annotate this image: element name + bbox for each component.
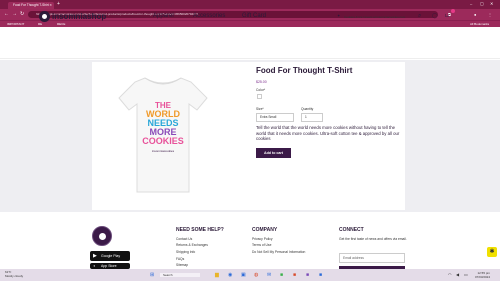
footer-logo[interactable]: [92, 226, 112, 246]
minimize-icon[interactable]: –: [470, 1, 472, 6]
tab-title: Food For Thought T-Shirt: [13, 3, 49, 7]
help-link[interactable]: Sitemap: [176, 263, 188, 267]
company-heading: COMPANY: [252, 227, 278, 233]
google-play-button[interactable]: ▶ Google Play: [90, 251, 130, 261]
search-icon[interactable]: ⌕: [418, 13, 421, 20]
help-link[interactable]: FAQs: [176, 257, 184, 261]
help-link[interactable]: Returns & Exchanges: [176, 243, 208, 247]
chat-widget-icon[interactable]: ✱: [487, 247, 497, 257]
google-play-label: Google Play: [101, 254, 121, 258]
product-price: $25.00: [256, 80, 267, 84]
start-icon[interactable]: ⊞: [150, 272, 154, 278]
browser-tabbar: Food For Thought T-Shirt ✕ + – ▢ ✕: [0, 0, 500, 9]
account-icon[interactable]: ◯: [432, 13, 438, 19]
color-swatch[interactable]: [257, 94, 262, 99]
taskbar-search[interactable]: Search: [160, 273, 200, 277]
product-section-bg: [0, 60, 500, 212]
mail-icon[interactable]: ✉: [267, 272, 271, 278]
volume-icon[interactable]: ◀: [456, 272, 459, 277]
logo-mark: [39, 11, 50, 22]
email-input[interactable]: Email address: [339, 253, 405, 263]
app-store-label: App Store: [101, 264, 117, 268]
bookmark-item[interactable]: RECE: [57, 22, 65, 26]
cookie-icon: ✦: [337, 13, 341, 18]
company-link[interactable]: Terms of Use: [252, 243, 271, 247]
clock-date: 07/03/2024: [475, 275, 491, 279]
color-label: Color*: [256, 88, 266, 92]
close-tab-icon[interactable]: ✕: [49, 2, 52, 9]
size-label: Size*: [256, 107, 264, 111]
os-taskbar: 61°F Mostly cloudy ⊞ Search ▆ ◉ ▣ ◍ ✉ ■ …: [0, 269, 500, 281]
app-icon[interactable]: ■: [293, 272, 296, 278]
taskbar-clock[interactable]: 12:55 pm 07/03/2024: [475, 271, 490, 279]
maximize-icon[interactable]: ▢: [480, 1, 484, 6]
app-icon[interactable]: ■: [306, 272, 309, 278]
browser-tab[interactable]: Food For Thought T-Shirt ✕: [8, 2, 54, 9]
shirt-print-tag: insomniacookies: [152, 149, 175, 153]
logo-text: insomniashop: [52, 12, 107, 21]
size-select[interactable]: Extra Small: [256, 113, 294, 122]
company-link[interactable]: Do Not Sell My Personal Information: [252, 250, 305, 254]
back-icon[interactable]: ←: [4, 11, 9, 17]
close-window-icon[interactable]: ✕: [490, 1, 493, 6]
promo-link[interactable]: Cookies & Ice Cream at insomniacookies.c…: [344, 15, 405, 19]
chrome-icon[interactable]: ◍: [254, 272, 258, 278]
product-description: Tell the world that the world needs more…: [256, 125, 400, 142]
all-bookmarks[interactable]: All Bookmarks: [470, 22, 489, 26]
google-play-icon: ▶: [93, 253, 97, 259]
product-title: Food For Thought T-Shirt: [256, 66, 353, 75]
site-header: [0, 27, 500, 59]
site-logo[interactable]: insomniashop: [39, 11, 106, 22]
company-link[interactable]: Privacy Policy: [252, 237, 273, 241]
reload-icon[interactable]: ↻: [20, 11, 24, 17]
nav-apparel[interactable]: Apparel: [153, 13, 174, 19]
battery-icon[interactable]: ▭: [464, 272, 468, 277]
store-icon[interactable]: ▣: [241, 272, 246, 278]
connect-heading: CONNECT: [339, 227, 364, 233]
nav-gift-card[interactable]: Gift Card: [242, 13, 266, 19]
wifi-icon[interactable]: ◠: [448, 272, 452, 277]
weather-widget[interactable]: 61°F Mostly cloudy: [5, 270, 23, 278]
app-icon[interactable]: ■: [280, 272, 283, 278]
weather-desc: Mostly cloudy: [5, 274, 24, 278]
site-footer: [0, 214, 500, 269]
browser-icon[interactable]: ◉: [228, 272, 232, 278]
quantity-label: Quantity: [301, 107, 314, 111]
bookmark-item[interactable]: RE: [38, 22, 42, 26]
shirt-print-line: COOKIES: [142, 136, 184, 146]
help-heading: NEED SOME HELP?: [176, 227, 224, 233]
cart-icon[interactable]: ⊔: [445, 13, 449, 19]
profile-icon[interactable]: ●: [474, 12, 476, 17]
product-image[interactable]: THE WORLD NEEDS MORE COOKIES insomniacoo…: [117, 76, 209, 194]
forward-icon[interactable]: →: [12, 11, 17, 17]
bookmark-item[interactable]: IMPORTANT: [7, 22, 24, 26]
quantity-input[interactable]: 1: [301, 113, 323, 122]
nav-accessories[interactable]: Accessories: [193, 13, 225, 19]
files-icon[interactable]: ▆: [215, 272, 219, 278]
menu-icon[interactable]: ⋮: [488, 12, 492, 17]
help-link[interactable]: Contact Us: [176, 237, 192, 241]
new-tab-icon[interactable]: +: [57, 1, 60, 7]
help-link[interactable]: Shipping Info: [176, 250, 195, 254]
cart-count-badge: [451, 9, 455, 13]
newsletter-text: Get the first taste of news and offers v…: [339, 237, 407, 241]
app-icon[interactable]: ■: [319, 272, 322, 278]
add-to-cart-button[interactable]: Add to cart: [256, 148, 291, 158]
